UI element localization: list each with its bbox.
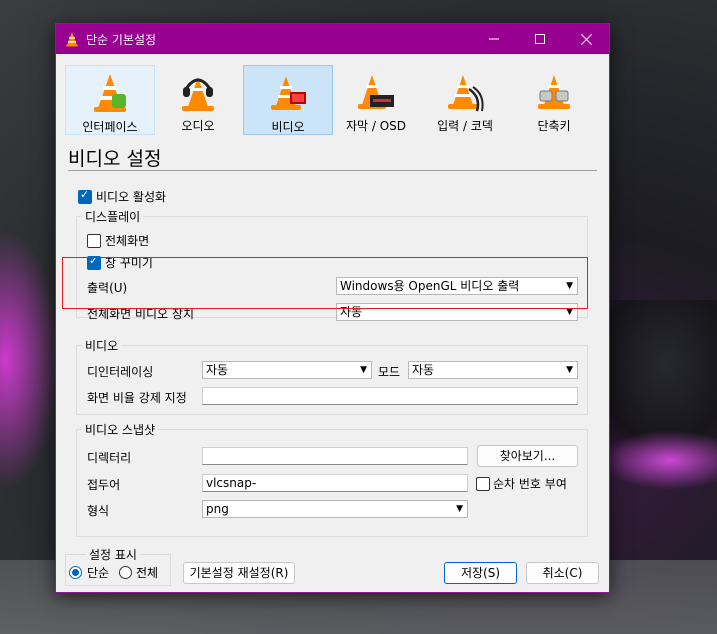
format-label: 형식: [87, 504, 110, 518]
aspect-ratio-label: 화면 비율 강제 지정: [87, 391, 187, 405]
deinterlace-select[interactable]: 자동 ▼: [202, 361, 372, 379]
close-button[interactable]: [563, 24, 609, 54]
video-group-title: 비디오: [82, 337, 122, 354]
deinterlace-label: 디인터레이싱: [87, 365, 154, 379]
chevron-down-icon: ▼: [360, 365, 367, 375]
all-radio[interactable]: [119, 566, 132, 579]
maximize-icon: [535, 34, 545, 44]
display-group-title: 디스플레이: [82, 208, 144, 225]
browse-button[interactable]: 찾아보기...: [477, 445, 578, 467]
format-select[interactable]: png ▼: [202, 500, 468, 518]
vlc-icon: [66, 32, 78, 47]
simple-radio-label: 단순: [87, 566, 110, 580]
section-title: 비디오 설정: [68, 148, 162, 170]
category-label: 입력 / 코덱: [437, 119, 493, 133]
category-subtitles-osd[interactable]: 자막 / OSD: [332, 65, 420, 133]
fullscreen-label: 전체화면: [105, 234, 150, 248]
background-glow-right: [600, 430, 717, 490]
audio-headphone-cone-icon: [182, 77, 214, 111]
hotkeys-cone-icon: [538, 75, 570, 109]
chevron-down-icon: ▼: [566, 365, 573, 375]
mode-label: 모드: [378, 365, 401, 379]
sequential-numbering-label: 순차 번호 부여: [493, 477, 567, 491]
fullscreen-checkbox[interactable]: [87, 234, 101, 248]
category-hotkeys[interactable]: 단축키: [510, 65, 598, 133]
category-toolbar: 인터페이스 오디오 비디오 자막 / OSD 입력 / 코덱 단축키: [65, 65, 605, 135]
reset-preferences-button[interactable]: 기본설정 재설정(R): [183, 562, 295, 584]
prefix-label: 접두어: [87, 478, 121, 492]
red-highlight-box: [62, 257, 588, 309]
mode-select[interactable]: 자동 ▼: [408, 361, 578, 379]
category-label: 비디오: [271, 120, 305, 134]
save-button[interactable]: 저장(S): [444, 562, 517, 584]
window-title: 단순 기본설정: [86, 32, 157, 47]
enable-video-label: 비디오 활성화: [96, 190, 167, 204]
input-codec-cone-icon: [448, 75, 484, 112]
minimize-icon: [489, 38, 499, 40]
subtitle-osd-cone-icon: [358, 75, 394, 109]
format-value: png: [206, 502, 229, 516]
section-divider: [68, 170, 597, 171]
close-icon: [580, 33, 592, 45]
enable-video-checkbox[interactable]: [78, 188, 92, 204]
all-radio-label: 전체: [136, 566, 159, 580]
category-input-codecs[interactable]: 입력 / 코덱: [421, 65, 509, 133]
video-cone-icon: [271, 76, 306, 110]
simple-radio[interactable]: [69, 566, 82, 579]
interface-cone-icon: [94, 74, 126, 112]
mode-value: 자동: [412, 363, 435, 377]
category-interface[interactable]: 인터페이스: [65, 65, 155, 135]
chevron-down-icon: ▼: [456, 504, 463, 514]
category-label: 자막 / OSD: [345, 119, 407, 133]
title-bar[interactable]: 단순 기본설정: [56, 24, 609, 54]
show-settings-title: 설정 표시: [86, 546, 140, 563]
category-label: 단축키: [537, 119, 571, 133]
maximize-button[interactable]: [517, 24, 563, 54]
snapshot-group-title: 비디오 스냅샷: [82, 421, 159, 438]
cancel-button[interactable]: 취소(C): [526, 562, 599, 584]
sequential-numbering-checkbox[interactable]: [476, 477, 490, 491]
directory-input[interactable]: [202, 447, 468, 465]
background-glow-left: [0, 230, 60, 490]
aspect-ratio-input[interactable]: [202, 387, 578, 405]
category-label: 오디오: [181, 119, 215, 133]
directory-label: 디렉터리: [87, 451, 132, 465]
minimize-button[interactable]: [471, 24, 517, 54]
category-label: 인터페이스: [82, 120, 138, 134]
category-audio[interactable]: 오디오: [154, 65, 242, 133]
deinterlace-value: 자동: [206, 363, 229, 377]
category-video[interactable]: 비디오: [243, 65, 333, 135]
prefix-input[interactable]: vlcsnap-: [202, 474, 468, 492]
